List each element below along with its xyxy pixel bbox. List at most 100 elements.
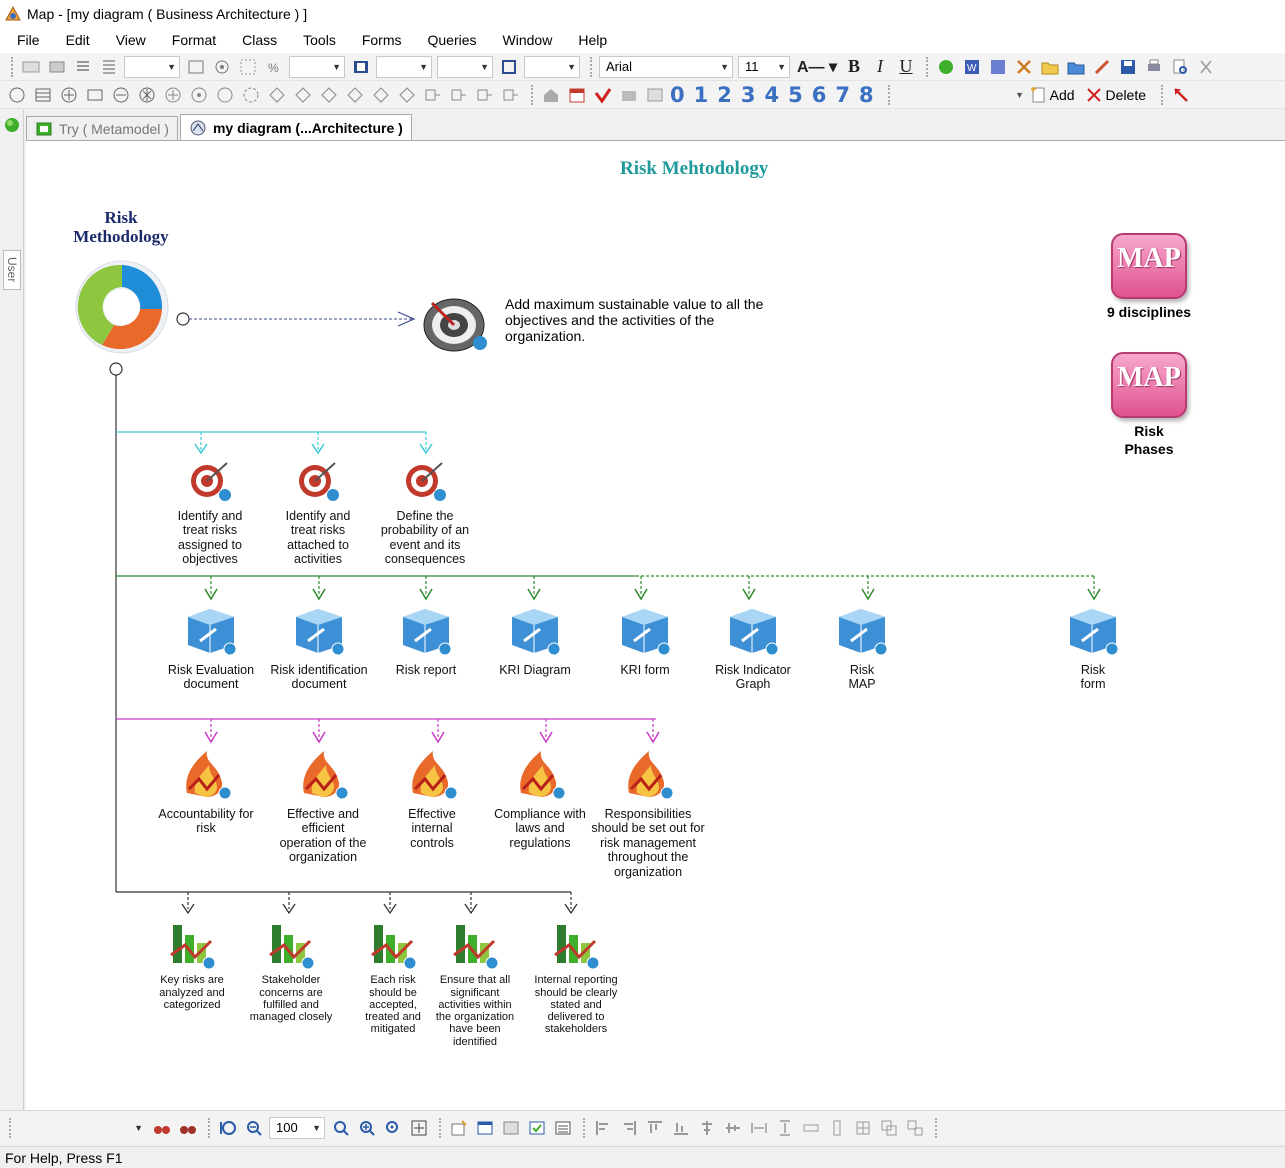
- folder-grey-icon[interactable]: [618, 84, 640, 106]
- line-style-icon[interactable]: [46, 56, 68, 78]
- checkmark-icon[interactable]: [592, 84, 614, 106]
- font-color-icon[interactable]: A— ▾: [795, 56, 839, 78]
- panel-icon[interactable]: [500, 1117, 522, 1139]
- menu-file[interactable]: File: [0, 32, 49, 48]
- size-icon[interactable]: [498, 56, 520, 78]
- diagram-canvas[interactable]: Risk Mehtodology Risk Methodology Add ma…: [26, 140, 1285, 1110]
- toolbar-grip-3[interactable]: [926, 56, 930, 77]
- level-6-button[interactable]: 6: [812, 83, 827, 107]
- font-name-combo[interactable]: Arial ▼: [599, 55, 733, 78]
- node-circle-icon[interactable]: [188, 84, 210, 106]
- zoom-in-icon[interactable]: [356, 1117, 378, 1139]
- toolbar-grip-4[interactable]: [531, 84, 535, 105]
- principle-node[interactable]: Compliance with laws and regulations: [490, 745, 590, 850]
- word-icon[interactable]: W: [961, 56, 983, 78]
- bottom-toolbar-grip-4[interactable]: [583, 1117, 587, 1138]
- paragraph-icon[interactable]: [72, 56, 94, 78]
- layer-combo[interactable]: ▼: [18, 1117, 146, 1139]
- arrow-box-icon-4[interactable]: [500, 84, 522, 106]
- level-1-button[interactable]: 1: [694, 83, 709, 107]
- practice-node[interactable]: Stakeholder concerns are fulfilled and m…: [248, 915, 334, 1023]
- size-combo[interactable]: ▼: [524, 55, 580, 78]
- root-port-right[interactable]: [176, 312, 190, 326]
- document-node[interactable]: KRI Diagram: [488, 603, 582, 677]
- tools-icon[interactable]: [1013, 56, 1035, 78]
- level-4-button[interactable]: 4: [765, 83, 780, 107]
- zoom-fit-icon[interactable]: [217, 1117, 239, 1139]
- zoom-combo[interactable]: 100 ▼: [269, 1116, 325, 1139]
- user-panel-tab[interactable]: User: [3, 250, 21, 290]
- practice-node[interactable]: Key risks are analyzed and categorized: [150, 915, 234, 1011]
- principle-node[interactable]: Effective internal controls: [388, 745, 476, 850]
- style-combo[interactable]: ▼: [124, 55, 180, 78]
- calendar-icon[interactable]: [566, 84, 588, 106]
- bottom-toolbar-grip[interactable]: [9, 1117, 13, 1138]
- green-ball-icon[interactable]: [935, 56, 957, 78]
- level-7-button[interactable]: 7: [835, 83, 850, 107]
- home-icon[interactable]: [540, 84, 562, 106]
- tab-metamodel[interactable]: Try ( Metamodel ): [26, 116, 178, 140]
- level-3-button[interactable]: 3: [741, 83, 756, 107]
- practice-node[interactable]: Internal reporting should be clearly sta…: [532, 915, 620, 1036]
- border-icon[interactable]: [185, 56, 207, 78]
- zoom-100-icon[interactable]: [382, 1117, 404, 1139]
- toolbar-grip-5[interactable]: [887, 84, 892, 105]
- document-node[interactable]: Risk MAP: [822, 603, 902, 692]
- cycle-methodology-icon[interactable]: [74, 259, 170, 355]
- level-8-button[interactable]: 8: [859, 83, 874, 107]
- objective-node[interactable]: Identify and treat risks assigned to obj…: [164, 457, 256, 567]
- rectangle-shape-icon[interactable]: [84, 84, 106, 106]
- objective-node[interactable]: Define the probability of an event and i…: [372, 457, 478, 567]
- window-icon[interactable]: [474, 1117, 496, 1139]
- align-top-icon[interactable]: [644, 1117, 666, 1139]
- diamond-icon-1[interactable]: [266, 84, 288, 106]
- bottom-toolbar-grip-3[interactable]: [439, 1117, 443, 1138]
- document-node[interactable]: Risk identification document: [270, 603, 368, 692]
- grid-icon[interactable]: [237, 56, 259, 78]
- align-middle-icon[interactable]: [722, 1117, 744, 1139]
- open-folder-icon[interactable]: [1039, 56, 1061, 78]
- fit-page-icon[interactable]: [408, 1117, 430, 1139]
- practice-node[interactable]: Each risk should be accepted, treated an…: [360, 915, 426, 1036]
- menu-forms[interactable]: Forms: [345, 32, 411, 48]
- export-icon[interactable]: [987, 56, 1009, 78]
- align-left-icon[interactable]: [592, 1117, 614, 1139]
- tab-my-diagram[interactable]: my diagram (...Architecture ): [179, 114, 412, 140]
- binoculars-icon[interactable]: [151, 1117, 173, 1139]
- spellcheck-icon[interactable]: [20, 56, 42, 78]
- diamond-icon-3[interactable]: [318, 84, 340, 106]
- menu-help[interactable]: Help: [561, 32, 616, 48]
- italic-icon[interactable]: I: [869, 56, 891, 78]
- diamond-icon-4[interactable]: [344, 84, 366, 106]
- toolbar-grip-2[interactable]: [590, 56, 594, 77]
- menu-queries[interactable]: Queries: [411, 32, 486, 48]
- space-horizontal-icon[interactable]: [748, 1117, 770, 1139]
- align-icon[interactable]: [98, 56, 120, 78]
- same-height-icon[interactable]: [826, 1117, 848, 1139]
- delete-button[interactable]: Delete: [1085, 86, 1146, 104]
- level-0-button[interactable]: 0: [670, 83, 685, 107]
- principle-node[interactable]: Accountability for risk: [154, 745, 258, 836]
- group-icon[interactable]: [878, 1117, 900, 1139]
- minus-circle-icon[interactable]: [110, 84, 132, 106]
- target-icon[interactable]: [211, 56, 233, 78]
- list-window-icon[interactable]: [552, 1117, 574, 1139]
- level-5-button[interactable]: 5: [788, 83, 803, 107]
- print-icon[interactable]: [1143, 56, 1165, 78]
- align-right-icon[interactable]: [618, 1117, 640, 1139]
- menu-edit[interactable]: Edit: [49, 32, 99, 48]
- zoom-out-icon[interactable]: [243, 1117, 265, 1139]
- document-node[interactable]: Risk Evaluation document: [162, 603, 260, 692]
- principle-node[interactable]: Effective and efficient operation of the…: [274, 745, 372, 865]
- objective-node[interactable]: Identify and treat risks attached to act…: [272, 457, 364, 567]
- diamond-icon-5[interactable]: [370, 84, 392, 106]
- save-icon[interactable]: [1117, 56, 1139, 78]
- same-width-icon[interactable]: [800, 1117, 822, 1139]
- shape-combo[interactable]: ▼: [289, 55, 345, 78]
- map-risk-phases[interactable]: MAP Risk Phases: [1089, 352, 1209, 458]
- circle-shape-icon[interactable]: [6, 84, 28, 106]
- document-node[interactable]: Risk form: [1053, 603, 1133, 692]
- wand-icon[interactable]: [1091, 56, 1113, 78]
- level-2-button[interactable]: 2: [717, 83, 732, 107]
- add-dropdown-icon[interactable]: ▼: [1015, 84, 1025, 106]
